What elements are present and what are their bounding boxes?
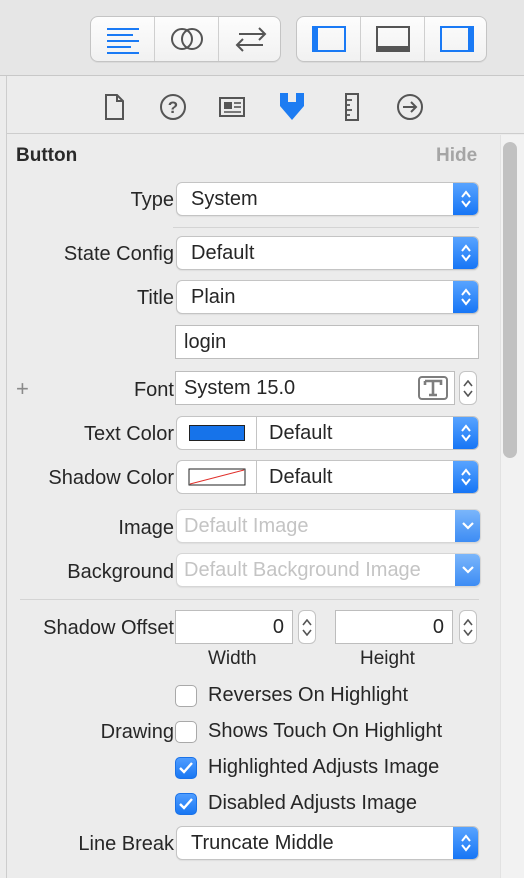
font-picker-icon[interactable] [418, 376, 448, 400]
no-color-swatch-icon [188, 468, 245, 486]
font-size-stepper[interactable] [459, 371, 477, 405]
file-inspector-icon[interactable] [97, 90, 131, 124]
stepper-down-icon[interactable] [302, 629, 312, 636]
chevron-updown-icon [453, 461, 478, 493]
stepper-up-icon[interactable] [302, 618, 312, 626]
shadow-offset-width-stepper[interactable] [298, 610, 316, 644]
font-field[interactable]: System 15.0 [175, 371, 455, 405]
stepper-up-icon[interactable] [463, 379, 473, 387]
image-placeholder: Default Image [184, 515, 309, 537]
shadow-offset-width-field[interactable]: 0 [175, 610, 293, 644]
reverses-on-highlight-label[interactable]: Reverses On Highlight [208, 684, 408, 707]
text-color-popup[interactable]: Default [176, 416, 479, 450]
connections-inspector-icon[interactable] [393, 90, 427, 124]
text-color-swatch [188, 425, 245, 441]
background-combo[interactable]: Default Background Image [176, 553, 481, 587]
checkmark-icon [179, 762, 193, 774]
chevron-updown-icon [453, 281, 478, 313]
type-value: System [191, 188, 258, 210]
font-value: System 15.0 [184, 377, 296, 399]
separator [173, 227, 479, 228]
hide-section-link[interactable]: Hide [436, 145, 477, 167]
quick-help-icon[interactable]: ? [156, 90, 190, 124]
separator [20, 599, 479, 600]
shows-touch-on-highlight-label[interactable]: Shows Touch On Highlight [208, 720, 442, 743]
background-label: Background [67, 561, 174, 583]
stepper-down-icon[interactable] [463, 390, 473, 397]
type-label: Type [130, 189, 174, 211]
inspector-tab-bar: ? [7, 76, 524, 134]
chevron-updown-icon [453, 237, 478, 269]
stepper-down-icon[interactable] [463, 629, 473, 636]
image-combo[interactable]: Default Image [176, 509, 481, 543]
chevron-down-icon[interactable] [455, 554, 480, 586]
editor-mode-segmented-control [90, 16, 281, 62]
utilities-toggle-icon[interactable] [425, 17, 488, 61]
width-caption: Width [208, 648, 257, 669]
disabled-adjusts-image-label[interactable]: Disabled Adjusts Image [208, 792, 417, 815]
section-title: Button [16, 145, 78, 166]
line-break-popup[interactable]: Truncate Middle [176, 826, 479, 860]
text-color-label: Text Color [83, 423, 174, 445]
title-value: Plain [191, 286, 236, 308]
shows-touch-on-highlight-checkbox[interactable] [175, 721, 197, 743]
identity-inspector-icon[interactable] [215, 90, 249, 124]
shadow-offset-height-field[interactable]: 0 [335, 610, 453, 644]
version-editor-icon[interactable] [219, 17, 282, 61]
attributes-inspector-icon[interactable] [275, 90, 309, 124]
chevron-updown-icon [453, 827, 478, 859]
view-toggle-segmented-control [296, 16, 487, 62]
highlighted-adjusts-image-label[interactable]: Highlighted Adjusts Image [208, 756, 439, 779]
line-break-value: Truncate Middle [191, 832, 334, 854]
shadow-offset-height-stepper[interactable] [459, 610, 477, 644]
attributes-panel: Button Hide Type System State Config Def… [8, 135, 500, 878]
text-color-swatch-cell[interactable] [177, 417, 257, 449]
checkmark-icon [179, 798, 193, 810]
shadow-offset-label: Shadow Offset [43, 617, 174, 639]
image-label: Image [118, 517, 174, 539]
background-placeholder: Default Background Image [184, 559, 421, 581]
chevron-down-icon[interactable] [455, 510, 480, 542]
assistant-editor-icon[interactable] [155, 17, 218, 61]
drawing-label: Drawing [100, 721, 174, 743]
shadow-color-popup[interactable]: Default [176, 460, 479, 494]
state-config-value: Default [191, 242, 255, 264]
toolbar [0, 0, 524, 76]
shadow-color-label: Shadow Color [48, 467, 174, 489]
title-popup[interactable]: Plain [176, 280, 479, 314]
text-color-value: Default [269, 422, 333, 444]
reverses-on-highlight-checkbox[interactable] [175, 685, 197, 707]
shadow-color-swatch-cell[interactable] [177, 461, 257, 493]
type-popup[interactable]: System [176, 182, 479, 216]
debug-area-toggle-icon[interactable] [361, 17, 424, 61]
standard-editor-icon[interactable] [91, 17, 154, 61]
font-label: Font [133, 379, 174, 401]
highlighted-adjusts-image-checkbox[interactable] [175, 757, 197, 779]
editor-edge [0, 76, 7, 878]
chevron-updown-icon [453, 183, 478, 215]
shadow-color-value: Default [269, 466, 333, 488]
disabled-adjusts-image-checkbox[interactable] [175, 793, 197, 815]
title-label: Title [136, 287, 174, 309]
state-config-label: State Config [63, 243, 174, 265]
size-inspector-icon[interactable] [335, 90, 369, 124]
height-caption: Height [360, 648, 415, 669]
title-text-field[interactable]: login [175, 325, 479, 359]
chevron-updown-icon [453, 417, 478, 449]
scrollbar-thumb[interactable] [503, 142, 517, 458]
line-break-label: Line Break [78, 833, 174, 855]
svg-text:?: ? [168, 98, 178, 117]
navigator-toggle-icon[interactable] [297, 17, 360, 61]
state-config-popup[interactable]: Default [176, 236, 479, 270]
stepper-up-icon[interactable] [463, 618, 473, 626]
